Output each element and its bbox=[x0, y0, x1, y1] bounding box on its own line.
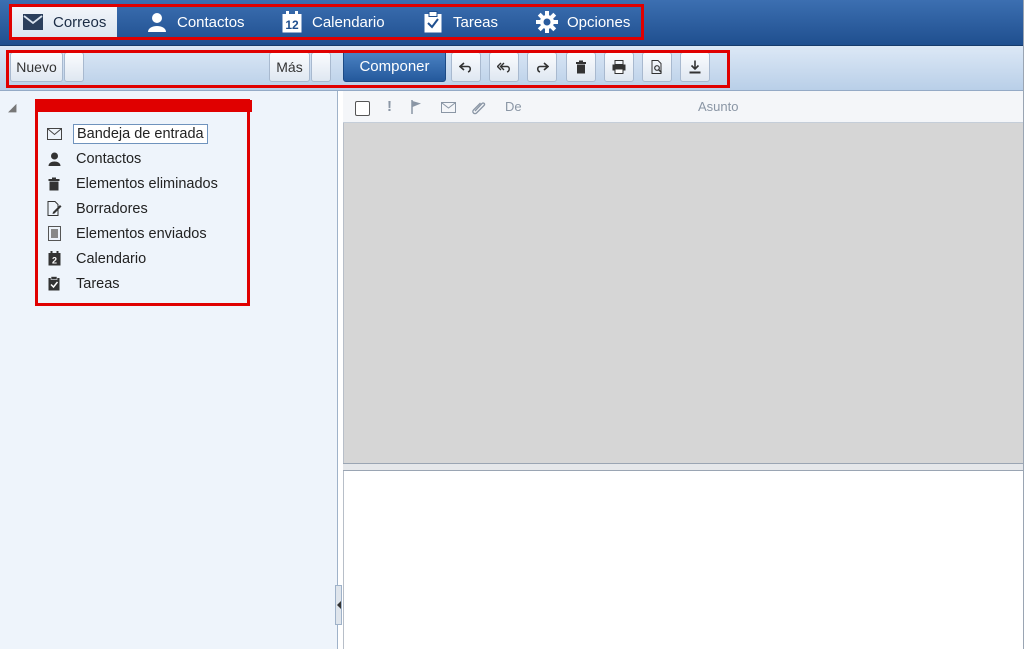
reading-pane-splitter[interactable] bbox=[343, 463, 1024, 471]
subject-column-header[interactable]: Asunto bbox=[698, 99, 738, 114]
tab-label: Calendario bbox=[312, 13, 385, 31]
folder-pane: ◢ Bandeja de entrada Contactos Elementos… bbox=[0, 91, 338, 649]
envelope-icon bbox=[46, 126, 62, 142]
new-button[interactable]: Nuevo bbox=[10, 52, 63, 82]
reply-all-button[interactable] bbox=[489, 52, 519, 82]
new-dropdown-button[interactable] bbox=[64, 52, 84, 82]
folder-contacts[interactable]: Contactos bbox=[46, 146, 221, 171]
calendar-day-number: 12 bbox=[285, 18, 299, 32]
envelope-icon bbox=[21, 10, 45, 34]
person-icon bbox=[145, 10, 169, 34]
folder-label: Bandeja de entrada bbox=[73, 123, 208, 144]
importance-column[interactable]: ! bbox=[387, 98, 392, 115]
flag-icon bbox=[411, 100, 421, 114]
flag-column[interactable] bbox=[411, 100, 422, 114]
folder-label: Elementos enviados bbox=[76, 225, 207, 242]
folder-label: Calendario bbox=[76, 250, 147, 267]
folder-inbox[interactable]: Bandeja de entrada bbox=[46, 121, 221, 146]
folder-deleted-items[interactable]: Elementos eliminados bbox=[46, 171, 221, 196]
folder-calendar[interactable]: 2 Calendario bbox=[46, 246, 221, 271]
reply-all-icon bbox=[497, 62, 510, 73]
importance-icon: ! bbox=[387, 98, 392, 115]
new-button-label: Nuevo bbox=[16, 59, 57, 75]
reply-button[interactable] bbox=[451, 52, 481, 82]
tab-label: Opciones bbox=[567, 13, 631, 31]
subject-column-label: Asunto bbox=[698, 99, 739, 114]
from-column-label: De bbox=[505, 99, 522, 114]
folder-label: Contactos bbox=[76, 150, 142, 167]
more-button[interactable]: Más bbox=[269, 52, 310, 82]
tab-label: Correos bbox=[53, 13, 107, 31]
compose-button-label: Componer bbox=[359, 57, 430, 75]
clipboard-check-icon bbox=[421, 10, 445, 34]
tab-calendario[interactable]: 12 Calendario bbox=[280, 4, 385, 40]
person-icon bbox=[46, 151, 62, 167]
tree-collapse-icon[interactable]: ◢ bbox=[8, 101, 16, 114]
message-list-header: ! De Asunto bbox=[343, 91, 1024, 123]
top-nav-bar: Correos Contactos 12 Calendario Tareas O… bbox=[0, 0, 1024, 46]
preview-button[interactable] bbox=[642, 52, 672, 82]
pane-splitter-handle[interactable] bbox=[335, 585, 342, 625]
read-status-column[interactable] bbox=[441, 102, 456, 113]
sent-icon bbox=[46, 226, 62, 242]
folder-label: Tareas bbox=[76, 275, 120, 292]
folder-calendar-day-number: 2 bbox=[51, 256, 56, 266]
tab-label: Tareas bbox=[453, 13, 499, 31]
download-button[interactable] bbox=[680, 52, 710, 82]
more-dropdown-button[interactable] bbox=[311, 52, 331, 82]
print-icon bbox=[612, 60, 626, 74]
from-column-header[interactable]: De bbox=[505, 99, 522, 114]
select-all-checkbox[interactable] bbox=[355, 101, 370, 116]
compose-button[interactable]: Componer bbox=[343, 50, 446, 82]
print-button[interactable] bbox=[604, 52, 634, 82]
forward-icon bbox=[536, 62, 549, 73]
chevron-left-icon bbox=[336, 601, 341, 609]
folder-label: Borradores bbox=[76, 200, 148, 217]
forward-button[interactable] bbox=[527, 52, 557, 82]
more-button-label: Más bbox=[276, 59, 303, 75]
folder-list: Bandeja de entrada Contactos Elementos e… bbox=[46, 121, 221, 296]
folder-drafts[interactable]: Borradores bbox=[46, 196, 221, 221]
tab-correos[interactable]: Correos bbox=[11, 4, 117, 40]
toolbar: Nuevo Más Componer bbox=[0, 46, 1024, 91]
folder-tasks[interactable]: Tareas bbox=[46, 271, 221, 296]
folder-label: Elementos eliminados bbox=[76, 175, 218, 192]
download-icon bbox=[689, 60, 701, 74]
folder-sent-items[interactable]: Elementos enviados bbox=[46, 221, 221, 246]
gear-icon bbox=[535, 10, 559, 34]
calendar-icon: 2 bbox=[46, 251, 62, 267]
reply-icon bbox=[459, 62, 472, 73]
trash-icon bbox=[576, 60, 586, 74]
delete-button[interactable] bbox=[566, 52, 596, 82]
calendar-icon: 12 bbox=[280, 10, 304, 34]
tab-opciones[interactable]: Opciones bbox=[535, 4, 630, 40]
clipboard-check-icon bbox=[46, 276, 62, 292]
preview-icon bbox=[651, 60, 662, 74]
redacted-account-name bbox=[36, 100, 252, 112]
reading-pane bbox=[343, 471, 1024, 649]
message-list[interactable] bbox=[343, 123, 1024, 463]
attachment-column[interactable] bbox=[471, 100, 487, 116]
envelope-icon bbox=[441, 102, 456, 113]
draft-icon bbox=[46, 201, 62, 217]
tab-label: Contactos bbox=[177, 13, 245, 31]
tab-contactos[interactable]: Contactos bbox=[145, 4, 245, 40]
tab-tareas[interactable]: Tareas bbox=[421, 4, 498, 40]
paperclip-icon bbox=[472, 102, 486, 115]
checkbox[interactable] bbox=[355, 101, 370, 116]
trash-icon bbox=[46, 176, 62, 192]
